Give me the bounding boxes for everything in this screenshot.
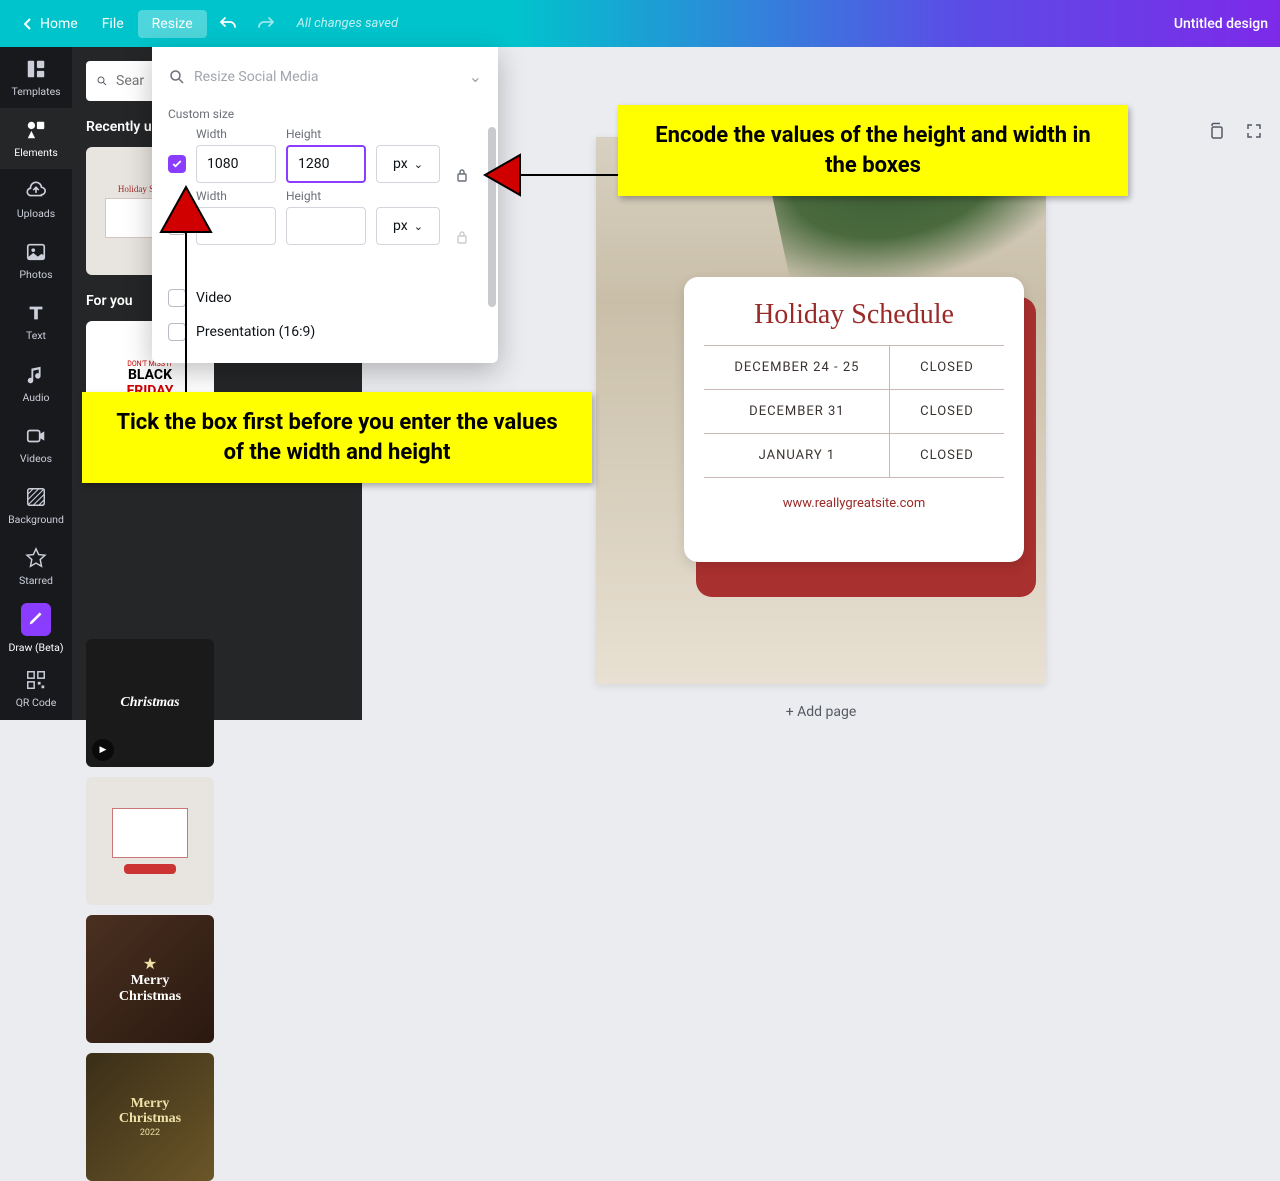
tool-text[interactable]: Text bbox=[0, 292, 72, 353]
height-input-2[interactable] bbox=[286, 207, 366, 245]
add-page-button[interactable]: + Add page bbox=[786, 704, 857, 720]
table-row: DECEMBER 24 - 25CLOSED bbox=[704, 346, 1003, 390]
schedule-table: DECEMBER 24 - 25CLOSED DECEMBER 31CLOSED… bbox=[704, 345, 1003, 478]
site-link: www.reallygreatsite.com bbox=[684, 496, 1024, 511]
redo-button[interactable] bbox=[249, 7, 283, 41]
resize-search-input[interactable] bbox=[194, 69, 461, 85]
check-icon bbox=[171, 158, 183, 170]
resize-menu[interactable]: Resize bbox=[138, 10, 207, 38]
tool-background[interactable]: Background bbox=[0, 475, 72, 536]
tool-photos[interactable]: Photos bbox=[0, 231, 72, 292]
height-label: Height bbox=[286, 189, 366, 203]
canvas-page[interactable]: Holiday Schedule DECEMBER 24 - 25CLOSED … bbox=[596, 137, 1046, 684]
custom-size-label: Custom size bbox=[168, 107, 482, 121]
search-icon bbox=[168, 68, 186, 86]
tool-templates[interactable]: Templates bbox=[0, 47, 72, 108]
aspect-lock-button-2[interactable] bbox=[450, 229, 474, 245]
table-row: JANUARY 1CLOSED bbox=[704, 434, 1003, 478]
expand-page-button[interactable] bbox=[1240, 117, 1268, 145]
table-row: DECEMBER 31CLOSED bbox=[704, 390, 1003, 434]
resize-search[interactable]: ⌄ bbox=[168, 61, 482, 93]
tool-sidebar: Templates Elements Uploads Photos Text A… bbox=[0, 47, 72, 720]
home-label: Home bbox=[40, 16, 78, 32]
height-input[interactable] bbox=[286, 145, 366, 183]
chevron-down-icon: ⌄ bbox=[414, 158, 423, 171]
chevron-down-icon: ⌄ bbox=[414, 220, 423, 233]
elements-icon bbox=[25, 119, 47, 141]
size-row-checkbox-1[interactable] bbox=[168, 155, 186, 173]
schedule-card[interactable]: Holiday Schedule DECEMBER 24 - 25CLOSED … bbox=[684, 277, 1024, 562]
tool-qrcode[interactable]: QR Code bbox=[0, 659, 72, 720]
tool-starred[interactable]: Starred bbox=[0, 537, 72, 598]
duplicate-page-button[interactable] bbox=[1202, 117, 1230, 145]
template-thumb[interactable]: ★ Merry Christmas bbox=[86, 915, 214, 1043]
templates-icon bbox=[25, 58, 47, 80]
copy-icon bbox=[1207, 122, 1225, 140]
undo-button[interactable] bbox=[211, 7, 245, 41]
template-thumb[interactable] bbox=[86, 777, 214, 905]
width-label: Width bbox=[196, 127, 276, 141]
play-icon: ▶ bbox=[92, 739, 114, 761]
annotation-callout: Tick the box first before you enter the … bbox=[82, 392, 592, 483]
text-icon bbox=[25, 302, 47, 324]
document-title[interactable]: Untitled design bbox=[1174, 16, 1268, 32]
width-input[interactable] bbox=[196, 145, 276, 183]
lock-icon bbox=[454, 229, 470, 245]
chevron-down-icon: ⌄ bbox=[469, 67, 482, 86]
background-icon bbox=[25, 486, 47, 508]
lock-icon bbox=[454, 167, 470, 183]
uploads-icon bbox=[25, 180, 47, 202]
template-thumb[interactable]: Merry Christmas 2022 bbox=[86, 1053, 214, 1181]
topbar: Home File Resize All changes saved Untit… bbox=[0, 0, 1280, 47]
annotation-callout: Encode the values of the height and widt… bbox=[618, 105, 1128, 196]
panel-search-input[interactable] bbox=[116, 73, 156, 89]
file-menu[interactable]: File bbox=[88, 10, 138, 38]
chevron-left-icon bbox=[22, 18, 34, 30]
audio-icon bbox=[25, 364, 47, 386]
qrcode-icon bbox=[25, 669, 47, 691]
redo-icon bbox=[257, 15, 275, 33]
unit-select-2[interactable]: px ⌄ bbox=[376, 207, 440, 245]
undo-icon bbox=[219, 15, 237, 33]
tool-elements[interactable]: Elements bbox=[0, 108, 72, 169]
card-heading: Holiday Schedule bbox=[684, 299, 1024, 331]
search-icon bbox=[96, 72, 108, 90]
save-status: All changes saved bbox=[297, 16, 398, 31]
height-label: Height bbox=[286, 127, 366, 141]
videos-icon bbox=[25, 425, 47, 447]
draw-icon bbox=[25, 607, 47, 629]
tool-draw-beta[interactable]: Draw (Beta) bbox=[0, 598, 72, 659]
tool-uploads[interactable]: Uploads bbox=[0, 169, 72, 230]
tool-videos[interactable]: Videos bbox=[0, 414, 72, 475]
annotation-arrow-left bbox=[480, 140, 620, 210]
template-thumb[interactable]: Christmas ▶ bbox=[86, 639, 214, 767]
star-icon bbox=[25, 547, 47, 569]
photos-icon bbox=[25, 241, 47, 263]
home-button[interactable]: Home bbox=[12, 10, 88, 38]
tool-audio[interactable]: Audio bbox=[0, 353, 72, 414]
expand-icon bbox=[1245, 122, 1263, 140]
canvas-toolbar bbox=[1202, 117, 1268, 145]
annotation-arrow-up bbox=[146, 182, 226, 397]
aspect-lock-button[interactable] bbox=[450, 167, 474, 183]
unit-select[interactable]: px ⌄ bbox=[376, 145, 440, 183]
